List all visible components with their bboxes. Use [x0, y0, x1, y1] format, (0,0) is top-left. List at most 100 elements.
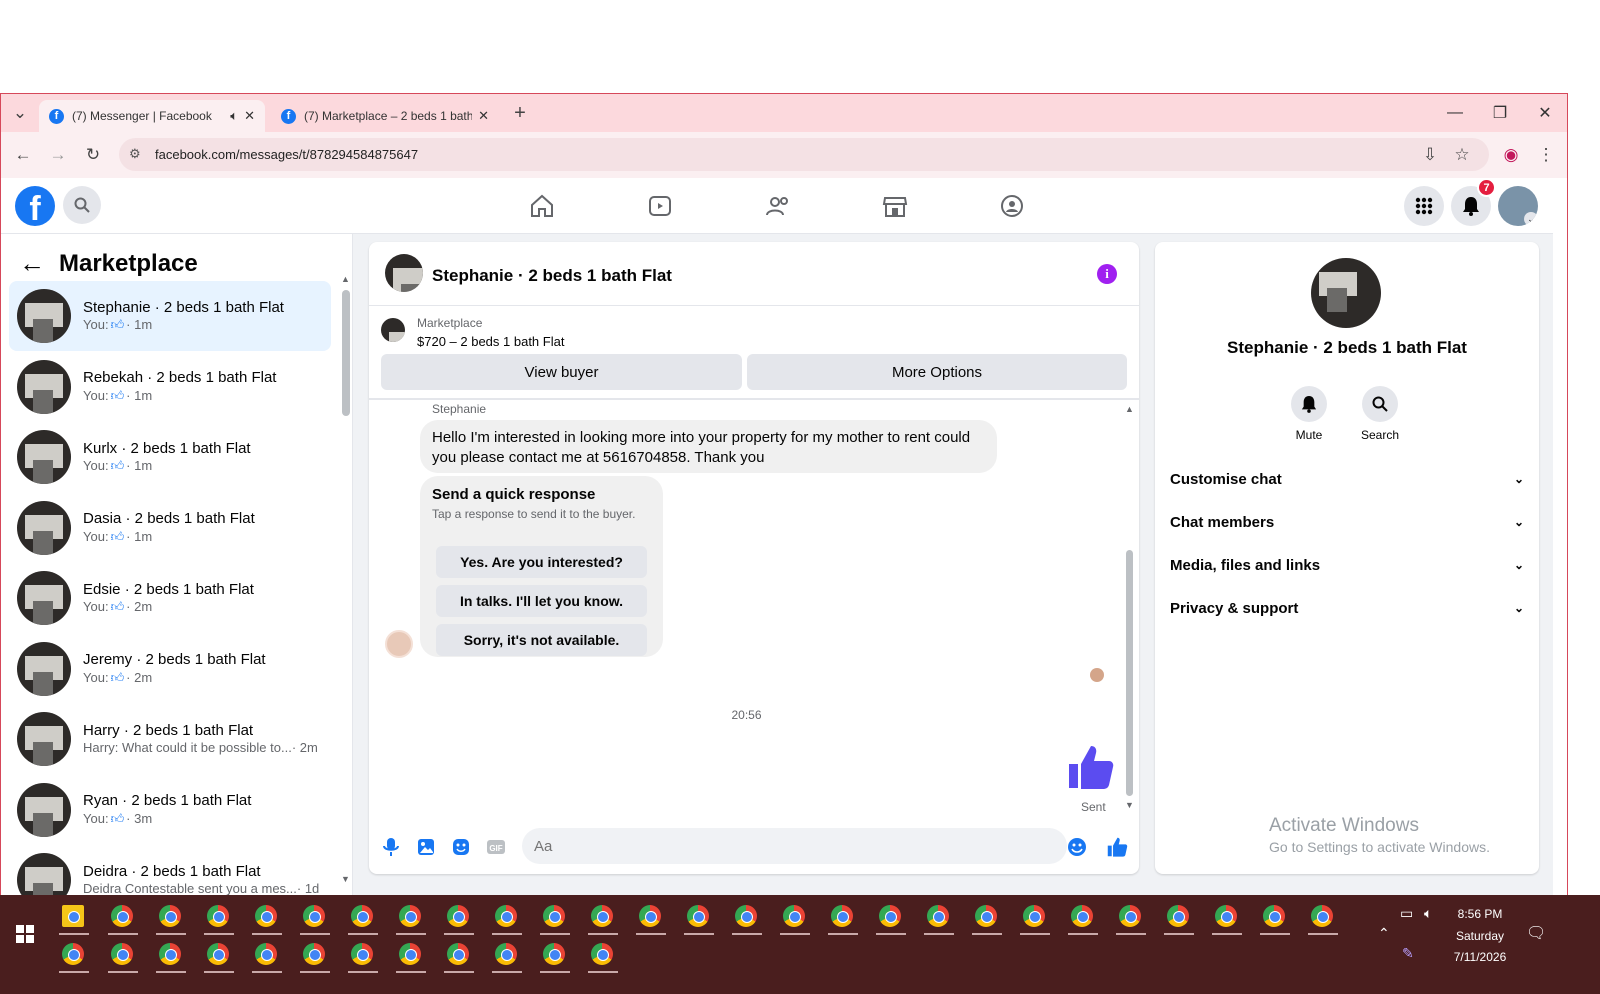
close-window-button[interactable]: ✕ — [1523, 94, 1567, 132]
address-bar[interactable]: ⚙︎ facebook.com/messages/t/8782945848756… — [119, 138, 1489, 171]
mute-button[interactable]: Mute — [1279, 386, 1339, 442]
taskbar-app-icon[interactable] — [303, 905, 325, 927]
taskbar-app-icon[interactable] — [495, 943, 517, 965]
taskbar-app-icon[interactable] — [735, 905, 757, 927]
apps-menu-icon[interactable] — [1404, 186, 1444, 226]
taskbar-app-icon[interactable] — [399, 905, 421, 927]
like-button-icon[interactable] — [1106, 836, 1128, 858]
taskbar-app-icon[interactable] — [111, 905, 133, 927]
message-input[interactable] — [522, 828, 1067, 864]
taskbar-app-icon[interactable] — [255, 905, 277, 927]
taskbar-app-icon[interactable] — [495, 905, 517, 927]
network-icon[interactable]: ▭ — [1400, 905, 1413, 922]
conversation-item[interactable]: Harry · 2 beds 1 bath Flat Harry: What co… — [9, 704, 331, 774]
reload-icon[interactable]: ↻ — [80, 142, 106, 168]
taskbar-app-icon[interactable] — [543, 905, 565, 927]
listing-title[interactable]: $720 – 2 beds 1 bath Flat — [417, 334, 564, 349]
more-options-button[interactable]: More Options — [747, 354, 1127, 390]
microphone-icon[interactable] — [380, 836, 402, 858]
taskbar-app-icon[interactable] — [687, 905, 709, 927]
emoji-icon[interactable] — [1066, 836, 1088, 858]
taskbar-app-icon[interactable] — [207, 905, 229, 927]
forward-icon[interactable]: → — [45, 142, 71, 168]
photo-icon[interactable] — [415, 836, 437, 858]
browser-menu-icon[interactable]: ⋮ — [1533, 142, 1559, 168]
notification-center-icon[interactable]: 🗨︎ — [1526, 923, 1546, 943]
taskbar-app-icon[interactable] — [399, 943, 421, 965]
taskbar-app-icon[interactable] — [1311, 905, 1333, 927]
taskbar-app-icon[interactable] — [591, 905, 613, 927]
taskbar-app-icon[interactable] — [927, 905, 949, 927]
search-in-chat-button[interactable]: Search — [1350, 386, 1410, 442]
view-buyer-button[interactable]: View buyer — [381, 354, 742, 390]
taskbar-app-icon[interactable] — [975, 905, 997, 927]
taskbar-app-icon[interactable] — [159, 905, 181, 927]
groups-icon[interactable] — [997, 192, 1027, 220]
sender-avatar[interactable] — [385, 630, 413, 658]
media-files-links-section[interactable]: Media, files and links ⌄ — [1170, 553, 1524, 577]
conversation-item[interactable]: Rebekah · 2 beds 1 bath Flat You: 👍︎ · 1m — [9, 352, 331, 422]
taskbar-app-icon[interactable] — [1023, 905, 1045, 927]
scroll-down-icon[interactable]: ▼ — [1125, 800, 1134, 810]
conversation-item[interactable]: Dasia · 2 beds 1 bath Flat You: 👍︎ · 1m — [9, 493, 331, 563]
tab-messenger[interactable]: f (7) Messenger | Facebook 🔈︎ ✕ — [39, 100, 265, 132]
friends-icon[interactable] — [763, 192, 793, 220]
scroll-down-icon[interactable]: ▼ — [341, 874, 350, 884]
quick-response-yes-button[interactable]: Yes. Are you interested? — [436, 546, 647, 578]
taskbar-app-icon[interactable] — [255, 943, 277, 965]
profile-avatar[interactable] — [1311, 258, 1381, 328]
conversation-item[interactable]: Edsie · 2 beds 1 bath Flat You: 👍︎ · 2m — [9, 563, 331, 633]
back-icon[interactable]: ← — [10, 142, 36, 168]
listing-thumbnail[interactable] — [381, 318, 405, 342]
info-icon[interactable]: i — [1097, 264, 1117, 284]
pen-icon[interactable]: ✎ — [1402, 945, 1414, 962]
install-app-icon[interactable]: ⇩ — [1417, 142, 1443, 168]
chat-members-section[interactable]: Chat members ⌄ — [1170, 510, 1524, 534]
chat-list-scrollbar[interactable] — [342, 290, 350, 416]
taskbar-app-icon[interactable] — [207, 943, 229, 965]
video-icon[interactable] — [645, 192, 675, 220]
taskbar-app-icon[interactable] — [639, 905, 661, 927]
taskbar-app-icon[interactable] — [879, 905, 901, 927]
quick-response-not-available-button[interactable]: Sorry, it's not available. — [436, 624, 647, 656]
home-icon[interactable] — [527, 192, 557, 220]
system-clock[interactable]: 8:56 PM Saturday 7/11/2026 — [1440, 904, 1520, 969]
scroll-up-icon[interactable]: ▲ — [1125, 404, 1134, 414]
taskbar-app-icon[interactable] — [62, 905, 84, 927]
minimize-button[interactable]: — — [1433, 94, 1477, 132]
quick-response-in-talks-button[interactable]: In talks. I'll let you know. — [436, 585, 647, 617]
close-tab-icon[interactable]: ✕ — [244, 108, 255, 124]
customise-chat-section[interactable]: Customise chat ⌄ — [1170, 467, 1524, 491]
profile-icon[interactable]: ◉ — [1498, 142, 1524, 168]
sticker-icon[interactable] — [450, 836, 472, 858]
gif-icon[interactable]: GIF — [485, 836, 507, 858]
taskbar-app-icon[interactable] — [447, 943, 469, 965]
search-icon[interactable] — [63, 186, 101, 224]
facebook-logo-icon[interactable]: f — [15, 186, 55, 226]
volume-icon[interactable]: 🔈︎ — [1424, 905, 1432, 922]
taskbar-app-icon[interactable] — [831, 905, 853, 927]
taskbar-app-icon[interactable] — [351, 943, 373, 965]
taskbar-app-icon[interactable] — [1167, 905, 1189, 927]
taskbar-app-icon[interactable] — [62, 943, 84, 965]
privacy-support-section[interactable]: Privacy & support ⌄ — [1170, 596, 1524, 620]
tab-marketplace[interactable]: f (7) Marketplace – 2 beds 1 bath Flat ✕ — [271, 100, 499, 132]
taskbar-app-icon[interactable] — [111, 943, 133, 965]
chat-scrollbar[interactable] — [1126, 550, 1133, 796]
chat-title[interactable]: Stephanie · 2 beds 1 bath Flat — [432, 266, 672, 286]
close-tab-icon[interactable]: ✕ — [478, 108, 489, 124]
conversation-item[interactable]: Stephanie · 2 beds 1 bath Flat You: 👍︎ · 1m — [9, 281, 331, 351]
site-settings-icon[interactable]: ⚙︎ — [129, 146, 141, 162]
tab-search-dropdown[interactable]: ⌄ — [7, 100, 33, 126]
back-arrow-icon[interactable]: ← — [19, 248, 45, 279]
taskbar-app-icon[interactable] — [591, 943, 613, 965]
taskbar-app-icon[interactable] — [447, 905, 469, 927]
taskbar-app-icon[interactable] — [1071, 905, 1093, 927]
speaker-icon[interactable]: 🔈︎ — [230, 108, 238, 124]
scroll-up-icon[interactable]: ▲ — [341, 274, 350, 284]
conversation-item[interactable]: Kurlx · 2 beds 1 bath Flat You: 👍︎ · 1m — [9, 422, 331, 492]
taskbar-app-icon[interactable] — [1119, 905, 1141, 927]
taskbar-app-icon[interactable] — [783, 905, 805, 927]
taskbar-app-icon[interactable] — [1263, 905, 1285, 927]
conversation-item[interactable]: Jeremy · 2 beds 1 bath Flat You: 👍︎ · 2m — [9, 634, 331, 704]
